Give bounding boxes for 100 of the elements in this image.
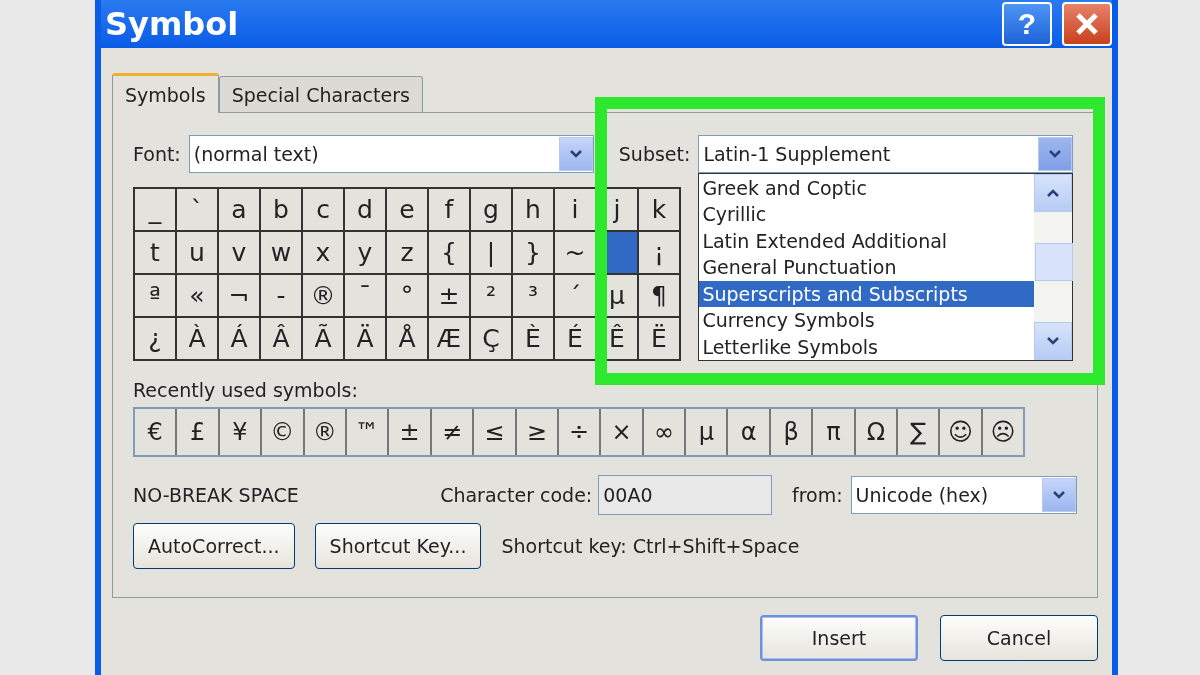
symbol-cell[interactable]: x	[303, 232, 343, 273]
recent-symbol-cell[interactable]: β	[770, 409, 812, 455]
symbol-cell[interactable]: v	[219, 232, 259, 273]
symbol-cell[interactable]: a	[219, 189, 259, 230]
symbol-cell[interactable]: Æ	[429, 318, 469, 359]
symbol-cell[interactable]: {	[429, 232, 469, 273]
symbol-cell[interactable]: «	[177, 275, 217, 316]
close-button[interactable]	[1062, 2, 1112, 46]
symbol-cell[interactable]: Ä	[345, 318, 385, 359]
chevron-down-icon	[1048, 149, 1063, 159]
recent-symbol-cell[interactable]: ©	[262, 409, 303, 455]
subset-label: Subset:	[618, 143, 691, 165]
symbol-cell[interactable]: b	[261, 189, 301, 230]
symbol-cell[interactable]: È	[513, 318, 553, 359]
symbol-cell[interactable]: t	[135, 232, 175, 273]
symbol-cell[interactable]: i	[555, 189, 595, 230]
scrollbar[interactable]	[1034, 174, 1073, 360]
recent-symbol-cell[interactable]: ≤	[474, 409, 515, 455]
symbol-cell[interactable]: _	[135, 189, 175, 230]
character-name: NO-BREAK SPACE	[133, 484, 300, 506]
chevron-down-icon	[1052, 490, 1066, 500]
symbol-cell[interactable]: É	[555, 318, 595, 359]
symbol-cell[interactable]: ®	[303, 275, 343, 316]
recent-symbol-cell[interactable]: μ	[686, 409, 727, 455]
close-icon	[1074, 11, 1100, 37]
recent-symbol-cell[interactable]: ®	[304, 409, 345, 455]
recent-symbol-cell[interactable]: π	[813, 409, 854, 455]
chevron-down-icon	[1046, 336, 1061, 346]
subset-option[interactable]: Superscripts and Subscripts	[699, 280, 1035, 308]
recent-symbol-cell[interactable]: ☺	[940, 409, 981, 455]
symbol-cell[interactable]: y	[345, 232, 385, 273]
symbol-cell[interactable]: ´	[555, 275, 595, 316]
dropdown-button[interactable]	[1042, 478, 1076, 512]
chevron-up-icon	[1046, 188, 1061, 198]
character-code-field[interactable]: 00A0	[598, 475, 772, 515]
chevron-down-icon	[568, 149, 583, 159]
symbol-cell[interactable]: |	[471, 232, 511, 273]
symbol-cell[interactable]: Á	[219, 318, 259, 359]
from-label: from:	[792, 484, 843, 506]
recent-symbol-cell[interactable]: £	[177, 409, 218, 455]
recent-symbol-cell[interactable]: ¥	[219, 409, 261, 455]
symbol-cell[interactable]: w	[261, 232, 301, 273]
help-button[interactable]: ?	[1002, 2, 1052, 46]
symbol-cell[interactable]: k	[639, 189, 679, 230]
recent-symbol-cell[interactable]: ÷	[558, 409, 600, 455]
recent-symbol-cell[interactable]: α	[728, 409, 769, 455]
symbol-cell[interactable]: f	[429, 189, 469, 230]
tab[interactable]: Symbols	[112, 73, 219, 113]
recent-symbol-cell[interactable]: ≥	[516, 409, 557, 455]
scroll-up-button[interactable]	[1034, 174, 1073, 212]
window-title: Symbol	[105, 5, 240, 43]
symbol-cell[interactable]: d	[345, 189, 385, 230]
symbol-cell[interactable]: ¯	[345, 275, 385, 316]
symbol-cell[interactable]: °	[387, 275, 427, 316]
symbol-cell[interactable]: ¬	[219, 275, 259, 316]
recent-symbol-cell[interactable]: €	[135, 409, 176, 455]
symbol-cell[interactable]: Ç	[471, 318, 511, 359]
recent-symbol-cell[interactable]: ∑	[898, 409, 939, 455]
from-dropdown[interactable]: Unicode (hex)	[850, 476, 1077, 514]
symbol-cell[interactable]: ¡	[639, 232, 679, 273]
action-button[interactable]: AutoCorrect...	[133, 523, 295, 569]
symbol-cell[interactable]: e	[387, 189, 427, 230]
symbol-cell[interactable]: z	[387, 232, 427, 273]
tab[interactable]: Special Characters	[218, 76, 423, 112]
symbol-cell[interactable]: -	[261, 275, 301, 316]
symbol-cell[interactable]: Å	[387, 318, 427, 359]
symbol-cell[interactable]: ±	[429, 275, 469, 316]
dialog-button[interactable]: Insert	[760, 615, 918, 661]
dropdown-button[interactable]	[1038, 137, 1073, 171]
character-code-label: Character code:	[440, 484, 593, 506]
symbol-cell[interactable]: u	[177, 232, 217, 273]
symbol-cell[interactable]: }	[513, 232, 553, 273]
symbol-cell[interactable]: ª	[135, 275, 175, 316]
symbol-cell[interactable]: ²	[471, 275, 511, 316]
dialog-button[interactable]: Cancel	[940, 615, 1098, 661]
dropdown-button[interactable]	[558, 137, 593, 171]
symbol-cell[interactable]: ¶	[639, 275, 679, 316]
recent-symbol-cell[interactable]: ☹	[982, 409, 1024, 455]
action-button[interactable]: Shortcut Key...	[314, 523, 482, 569]
subset-dropdown[interactable]: Latin-1 Supplement	[698, 135, 1074, 173]
recent-symbol-cell[interactable]: ×	[601, 409, 642, 455]
scroll-down-button[interactable]	[1034, 322, 1073, 360]
symbol-cell[interactable]: `	[177, 189, 217, 230]
symbol-cell[interactable]: h	[513, 189, 553, 230]
recent-symbol-cell[interactable]: ±	[389, 409, 430, 455]
scroll-thumb[interactable]	[1035, 243, 1074, 281]
symbol-cell[interactable]: c	[303, 189, 343, 230]
recent-symbol-cell[interactable]: ≠	[431, 409, 473, 455]
symbol-cell[interactable]: ~	[555, 232, 595, 273]
recent-symbol-cell[interactable]: Ω	[855, 409, 897, 455]
symbol-cell[interactable]: À	[177, 318, 217, 359]
symbol-cell[interactable]: ¿	[135, 318, 175, 359]
symbol-cell[interactable]: ³	[513, 275, 553, 316]
recent-symbol-cell[interactable]: ™	[346, 409, 388, 455]
symbol-cell[interactable]: Ã	[303, 318, 343, 359]
font-dropdown[interactable]: (normal text)	[188, 135, 594, 173]
recent-symbol-cell[interactable]: ∞	[643, 409, 685, 455]
symbol-cell[interactable]: Ë	[639, 318, 679, 359]
symbol-cell[interactable]: Â	[261, 318, 301, 359]
symbol-cell[interactable]: g	[471, 189, 511, 230]
